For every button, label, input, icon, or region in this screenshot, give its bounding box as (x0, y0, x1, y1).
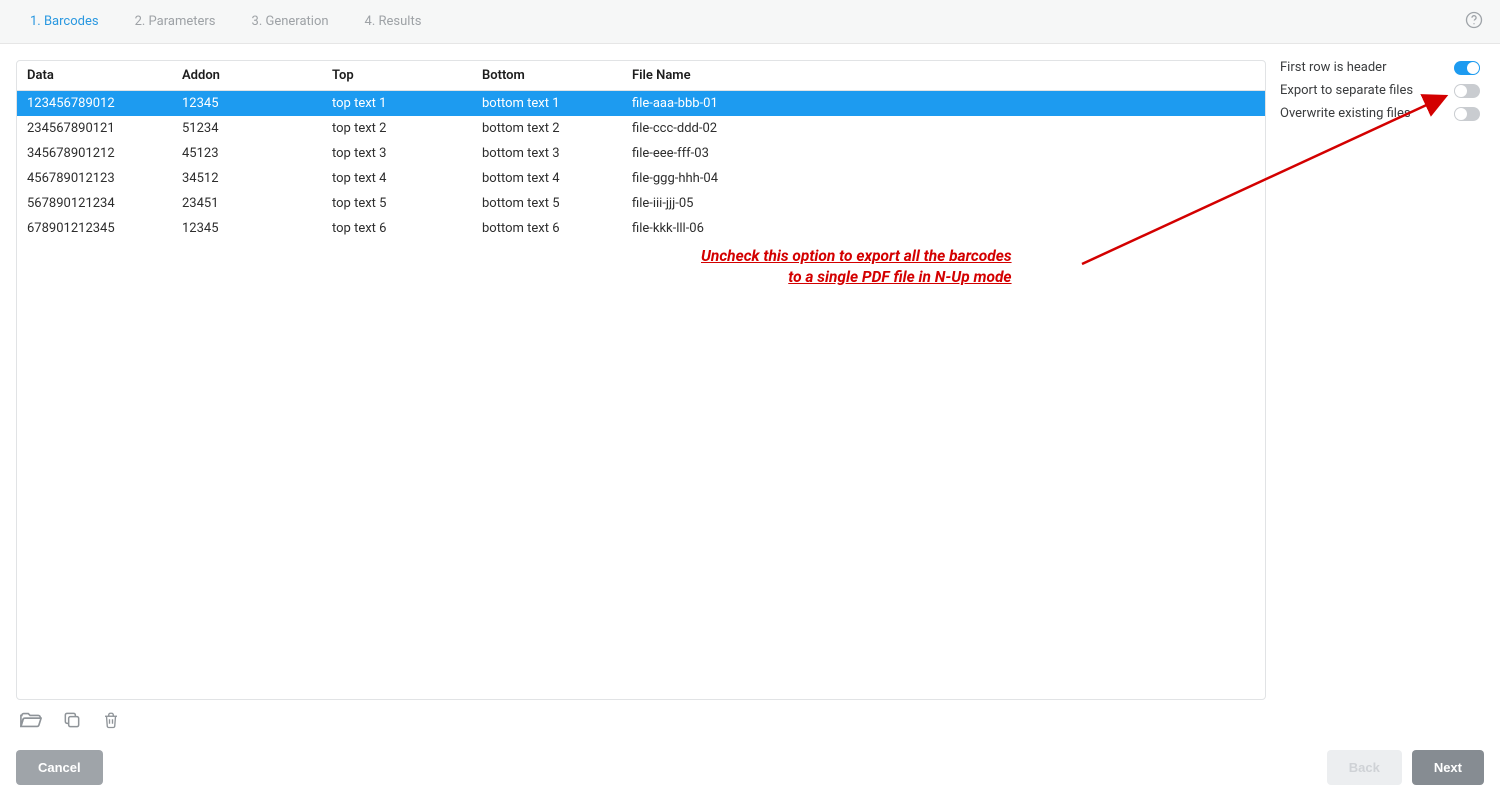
toggle-export-separate-files[interactable] (1454, 84, 1480, 98)
table-cell: bottom text 4 (472, 166, 622, 191)
table-row[interactable]: 34567890121245123top text 3bottom text 3… (17, 141, 1265, 166)
table-cell: 23451 (172, 191, 322, 216)
open-folder-icon[interactable] (20, 710, 42, 734)
barcode-table[interactable]: DataAddonTopBottomFile Name 123456789012… (16, 60, 1266, 700)
table-cell: bottom text 5 (472, 191, 622, 216)
table-header[interactable]: Bottom (472, 61, 622, 91)
content-row: DataAddonTopBottomFile Name 123456789012… (16, 60, 1484, 700)
copy-icon[interactable] (62, 710, 82, 734)
table-header[interactable]: Addon (172, 61, 322, 91)
table-cell: top text 2 (322, 116, 472, 141)
tab-step-4[interactable]: 4. Results (347, 14, 440, 29)
table-cell: 456789012123 (17, 166, 172, 191)
table-row[interactable]: 45678901212334512top text 4bottom text 4… (17, 166, 1265, 191)
option-row: Export to separate files (1280, 83, 1480, 98)
help-icon[interactable] (1464, 10, 1484, 34)
table-cell: 45123 (172, 141, 322, 166)
table-row[interactable]: 56789012123423451top text 5bottom text 5… (17, 191, 1265, 216)
table-toolbar (16, 710, 1484, 734)
table-cell: top text 4 (322, 166, 472, 191)
annotation-line-2: to a single PDF file in N-Up mode (788, 268, 1011, 286)
table-cell: bottom text 2 (472, 116, 622, 141)
option-label: Overwrite existing files (1280, 106, 1411, 121)
options-panel: First row is header Export to separate fi… (1266, 60, 1484, 700)
table-row[interactable]: 67890121234512345top text 6bottom text 6… (17, 216, 1265, 241)
back-button: Back (1327, 750, 1402, 785)
table-cell: top text 3 (322, 141, 472, 166)
table-cell: file-aaa-bbb-01 (622, 91, 1265, 117)
tab-step-1[interactable]: 1. Barcodes (12, 14, 117, 29)
trash-icon[interactable] (102, 710, 120, 734)
tab-step-2[interactable]: 2. Parameters (117, 14, 234, 29)
annotation-line-1: Uncheck this option to export all the ba… (701, 247, 1012, 265)
table-cell: top text 1 (322, 91, 472, 117)
next-button[interactable]: Next (1412, 750, 1484, 785)
footer-bar: Cancel Back Next (0, 739, 1500, 795)
wizard-tabbar: 1. Barcodes2. Parameters3. Generation4. … (0, 0, 1500, 44)
table-cell: 34512 (172, 166, 322, 191)
table-cell: 123456789012 (17, 91, 172, 117)
table-cell: file-eee-fff-03 (622, 141, 1265, 166)
option-row: Overwrite existing files (1280, 106, 1480, 121)
table-header[interactable]: Top (322, 61, 472, 91)
table-cell: bottom text 3 (472, 141, 622, 166)
toggle-overwrite-existing[interactable] (1454, 107, 1480, 121)
table-cell: top text 6 (322, 216, 472, 241)
table-cell: 12345 (172, 216, 322, 241)
table-cell: file-ccc-ddd-02 (622, 116, 1265, 141)
table-header[interactable]: File Name (622, 61, 1265, 91)
table-row[interactable]: 12345678901212345top text 1bottom text 1… (17, 91, 1265, 117)
table-cell: 345678901212 (17, 141, 172, 166)
option-label: First row is header (1280, 60, 1386, 75)
table-cell: 234567890121 (17, 116, 172, 141)
table-cell: bottom text 6 (472, 216, 622, 241)
option-label: Export to separate files (1280, 83, 1413, 98)
table-header-row: DataAddonTopBottomFile Name (17, 61, 1265, 91)
table-cell: file-ggg-hhh-04 (622, 166, 1265, 191)
main-area: DataAddonTopBottomFile Name 123456789012… (0, 44, 1500, 739)
table-row[interactable]: 23456789012151234top text 2bottom text 2… (17, 116, 1265, 141)
annotation-text: Uncheck this option to export all the ba… (701, 246, 1012, 288)
table-cell: top text 5 (322, 191, 472, 216)
table-cell: 12345 (172, 91, 322, 117)
table-cell: 678901212345 (17, 216, 172, 241)
option-row: First row is header (1280, 60, 1480, 75)
tab-step-3[interactable]: 3. Generation (234, 14, 347, 29)
table-cell: file-iii-jjj-05 (622, 191, 1265, 216)
table-cell: 51234 (172, 116, 322, 141)
table-header[interactable]: Data (17, 61, 172, 91)
table-cell: file-kkk-lll-06 (622, 216, 1265, 241)
toggle-first-row-header[interactable] (1454, 61, 1480, 75)
table-cell: 567890121234 (17, 191, 172, 216)
table-cell: bottom text 1 (472, 91, 622, 117)
cancel-button[interactable]: Cancel (16, 750, 103, 785)
